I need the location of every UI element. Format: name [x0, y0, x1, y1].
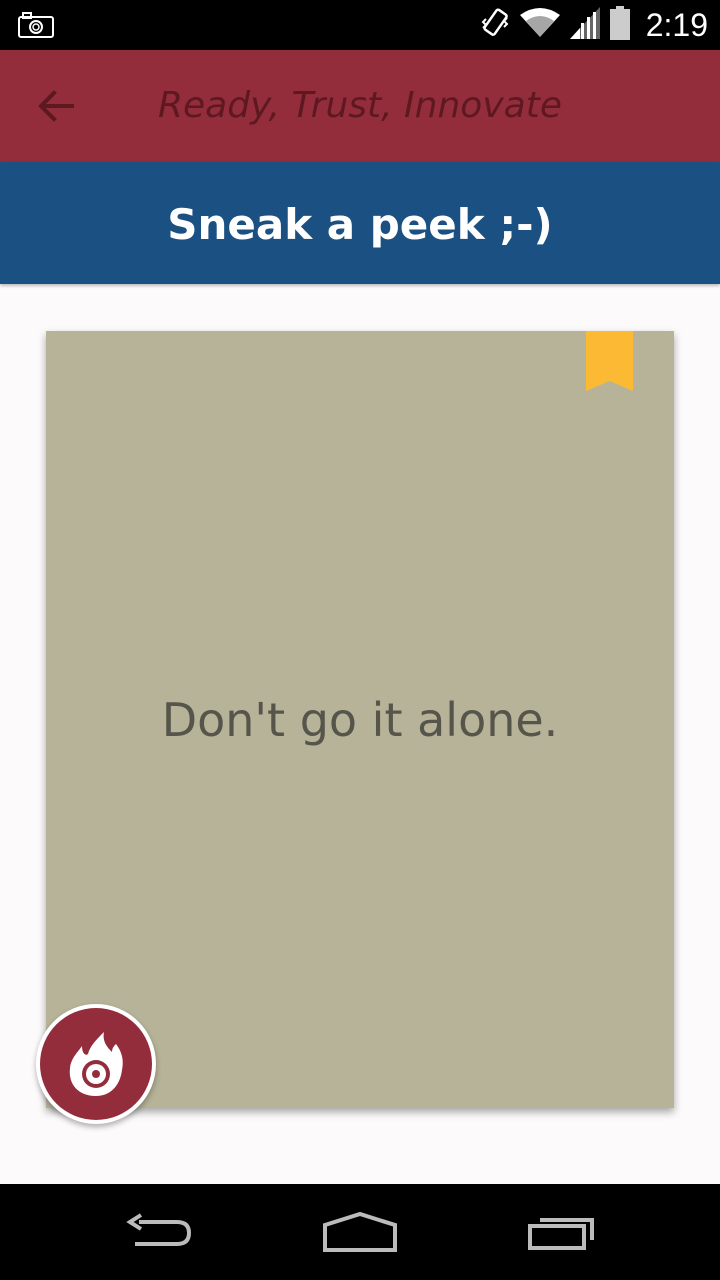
fab-button[interactable] [36, 1004, 156, 1124]
status-time: 2:19 [645, 6, 708, 43]
card[interactable]: Don't go it alone. [46, 331, 674, 1108]
recent-apps-icon [528, 1218, 594, 1250]
section-title: Sneak a peek ;-) [167, 200, 553, 249]
camera-icon [18, 12, 54, 43]
bookmark-icon[interactable] [586, 331, 633, 391]
card-text: Don't go it alone. [161, 693, 559, 747]
nav-recent-button[interactable] [492, 1184, 632, 1280]
nav-bar [0, 1184, 720, 1280]
status-bar: 2:19 [0, 0, 720, 50]
app-title: Ready, Trust, Innovate [158, 85, 562, 126]
back-arrow-icon[interactable] [36, 86, 76, 126]
wifi-icon [519, 7, 560, 44]
back-icon [126, 1213, 192, 1246]
signal-icon [569, 6, 600, 44]
fab-circle [40, 1008, 152, 1120]
section-header: Sneak a peek ;-) [0, 162, 720, 284]
flame-eye-icon [69, 1032, 123, 1096]
screen: 2:19 Ready, Trust, Innovate Sneak a peek… [0, 0, 720, 1280]
nav-back-button[interactable] [90, 1184, 230, 1280]
vibrate-icon [480, 6, 510, 45]
action-bar: Ready, Trust, Innovate [0, 50, 720, 162]
home-icon [323, 1211, 397, 1252]
battery-icon [609, 5, 630, 45]
nav-home-button[interactable] [290, 1184, 430, 1280]
